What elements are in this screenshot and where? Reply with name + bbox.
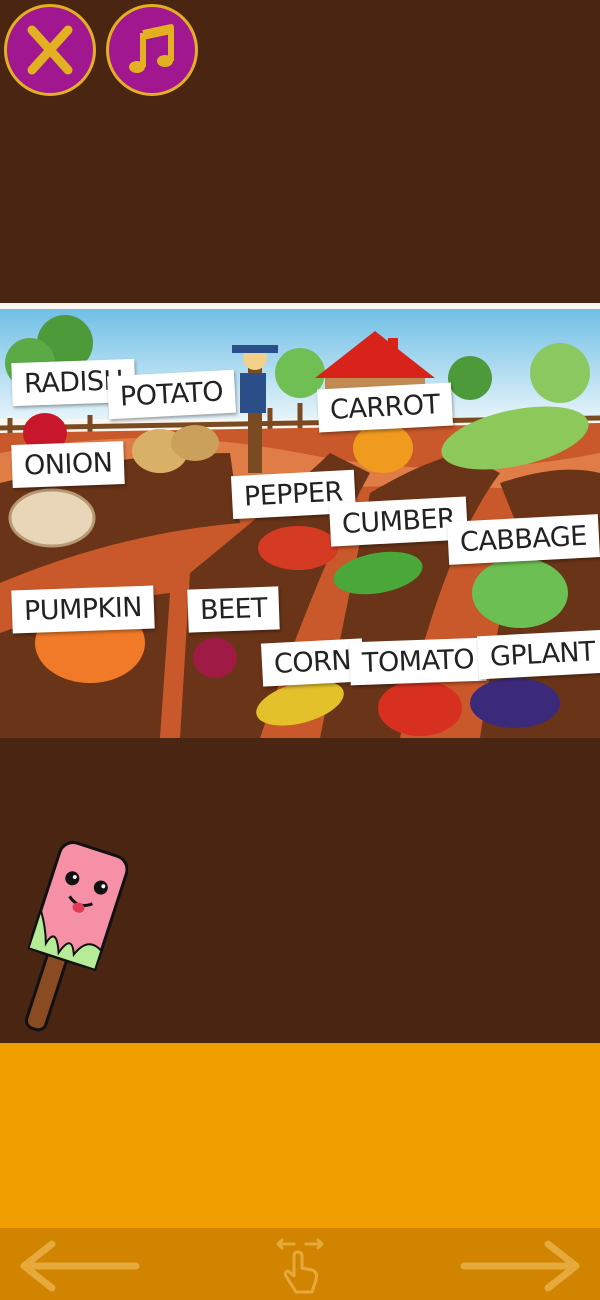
garden-scene: RADISH POTATO CARROT ONION PEPPER CUMBER… [0, 303, 600, 738]
close-x-icon [27, 25, 73, 75]
word-card-potato[interactable]: POTATO [106, 369, 237, 420]
word-card-beet[interactable]: BEET [187, 586, 280, 633]
word-card-eggplant[interactable]: GPLANT [476, 629, 600, 680]
bottom-panel [0, 1043, 600, 1228]
music-note-icon [129, 24, 174, 73]
music-button[interactable] [106, 4, 198, 96]
arrow-right-icon[interactable] [456, 1238, 586, 1294]
word-card-pumpkin[interactable]: PUMPKIN [11, 585, 155, 634]
popsicle-mascot [24, 840, 128, 1032]
word-card-tomato[interactable]: TOMATO [349, 637, 487, 686]
swipe-hand-icon [276, 1238, 324, 1294]
word-card-onion[interactable]: ONION [11, 441, 126, 488]
word-card-cabbage[interactable]: CABBAGE [446, 514, 600, 565]
arrow-left-icon[interactable] [14, 1238, 144, 1294]
close-button[interactable] [4, 4, 96, 96]
word-card-carrot[interactable]: CARROT [316, 382, 453, 433]
